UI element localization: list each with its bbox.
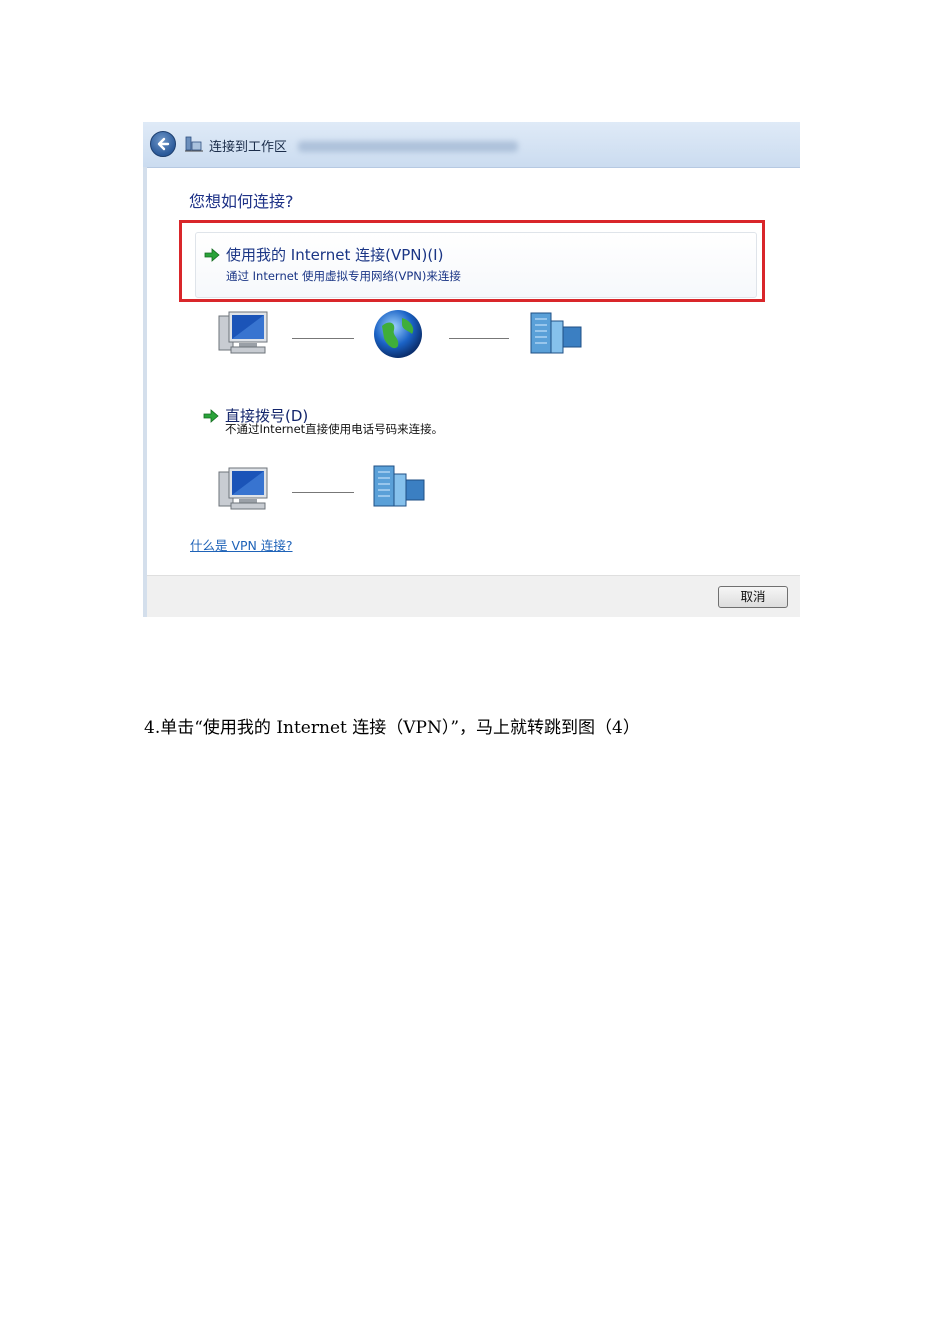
server-icon [530, 312, 582, 354]
green-arrow-icon [203, 409, 219, 423]
network-workplace-icon [185, 136, 203, 152]
vpn-help-link[interactable]: 什么是 VPN 连接? [190, 535, 293, 554]
globe-icon [374, 310, 422, 358]
vpn-option-description: 通过 Internet 使用虚拟专用网络(VPN)来连接 [226, 269, 461, 283]
cancel-button[interactable]: 取消 [718, 586, 788, 608]
connector-line [292, 492, 354, 493]
dialog-content: 您想如何连接? 使用我的 Internet 连接(VPN)(I) 通过 Inte… [147, 168, 800, 575]
window-title: 连接到工作区 [209, 140, 288, 155]
dial-direct-option-button[interactable]: 直接拨号(D) 不通过Internet直接使用电话号码来连接。 [195, 394, 755, 440]
connector-line [449, 338, 509, 339]
dial-option-description: 不通过Internet直接使用电话号码来连接。 [225, 422, 444, 436]
back-arrow-icon [157, 137, 170, 151]
title-bar: 连接到工作区 [143, 122, 800, 168]
screenshot-dialog: 连接到工作区 您想如何连接? 使用我的 Internet 连接(VPN)(I) … [143, 122, 800, 617]
vpn-option-title: 使用我的 Internet 连接(VPN)(I) [226, 246, 444, 264]
page-heading: 您想如何连接? [189, 192, 294, 211]
computer-icon [218, 311, 268, 354]
dial-diagram [147, 465, 800, 526]
vpn-diagram [147, 308, 800, 368]
document-caption: 4.单击“使用我的 Internet 连接（VPN）”，马上就转跳到图（4） [144, 718, 640, 738]
back-button[interactable] [150, 131, 176, 157]
connector-line [292, 338, 354, 339]
blurred-title-text [298, 141, 518, 152]
computer-icon [218, 467, 268, 510]
green-arrow-icon [204, 248, 220, 262]
server-icon [373, 465, 425, 507]
dialog-footer: 取消 [147, 575, 800, 617]
vpn-option-button[interactable]: 使用我的 Internet 连接(VPN)(I) 通过 Internet 使用虚… [195, 232, 757, 298]
